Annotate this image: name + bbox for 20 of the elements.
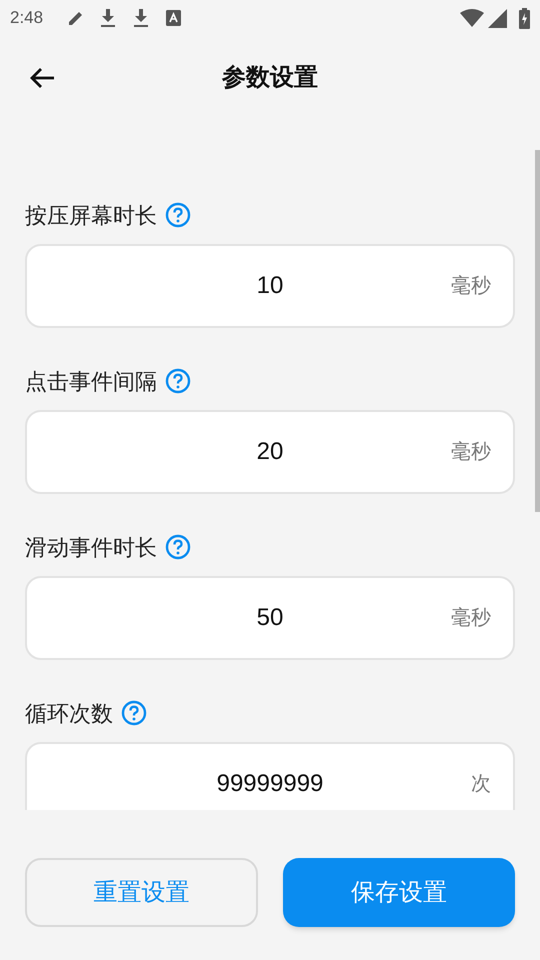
help-icon[interactable] — [165, 368, 191, 394]
field-label: 循环次数 — [25, 700, 113, 728]
download-icon — [133, 8, 150, 28]
help-icon[interactable] — [165, 534, 191, 560]
battery-icon — [519, 8, 530, 28]
download-icon — [100, 8, 116, 28]
status-time: 2:48 — [10, 7, 44, 30]
field-label: 点击事件间隔 — [25, 368, 157, 396]
help-icon[interactable] — [121, 700, 147, 726]
wifi-icon — [460, 8, 484, 28]
unit-label: 毫秒 — [451, 606, 491, 631]
page-title: 参数设置 — [222, 63, 318, 93]
keyboard-icon — [166, 10, 182, 26]
field-label: 按压屏幕时长 — [25, 202, 157, 230]
field-label: 滑动事件时长 — [25, 534, 157, 562]
help-icon[interactable] — [165, 202, 191, 228]
unit-label: 毫秒 — [451, 440, 491, 465]
signal-icon — [488, 8, 507, 28]
unit-label: 次 — [471, 772, 491, 797]
unit-label: 毫秒 — [451, 274, 491, 299]
